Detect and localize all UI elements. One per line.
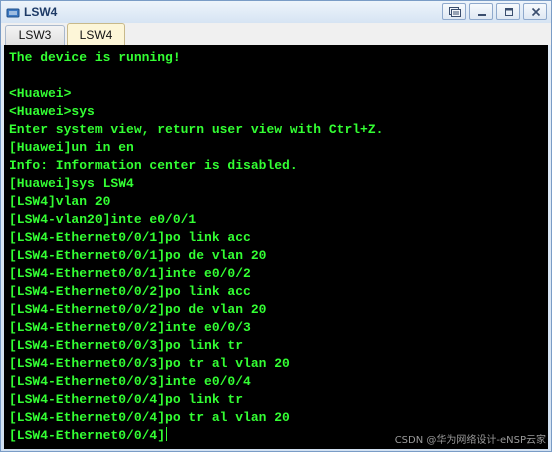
terminal-line-text: [LSW4-Ethernet0/0/3]po link tr: [9, 338, 244, 353]
terminal-line: [LSW4-Ethernet0/0/1]po link acc: [9, 229, 383, 247]
terminal-line-text: [Huawei]un in en: [9, 140, 134, 155]
close-icon: [531, 7, 541, 17]
terminal-line-text: [LSW4-Ethernet0/0/1]po de vlan 20: [9, 248, 267, 263]
terminal-line-text: [LSW4-Ethernet0/0/4]: [9, 428, 166, 443]
terminal-window: LSW4 LSW3 LSW4 The device is running! <H…: [0, 0, 552, 452]
minimize-button[interactable]: [469, 3, 493, 20]
terminal-line-text: <Huawei>sys: [9, 104, 95, 119]
switch-app-icon: [6, 5, 20, 19]
terminal-line-text: [LSW4]vlan 20: [9, 194, 111, 209]
terminal-line: [LSW4-Ethernet0/0/2]po de vlan 20: [9, 301, 383, 319]
terminal-output: The device is running! <Huawei> <Huawei>sy…: [9, 49, 383, 445]
terminal-line: [LSW4-Ethernet0/0/4]po tr al vlan 20: [9, 409, 383, 427]
terminal-line: [LSW4-Ethernet0/0/1]inte e0/0/2: [9, 265, 383, 283]
title-bar[interactable]: LSW4: [1, 1, 551, 23]
terminal-line: [LSW4-Ethernet0/0/3]po tr al vlan 20: [9, 355, 383, 373]
terminal-line-text: [LSW4-Ethernet0/0/4]po link tr: [9, 392, 244, 407]
terminal-line: [LSW4-Ethernet0/0/2]inte e0/0/3: [9, 319, 383, 337]
terminal-line-text: [LSW4-Ethernet0/0/2]inte e0/0/3: [9, 320, 251, 335]
terminal-line-text: [LSW4-Ethernet0/0/3]inte e0/0/4: [9, 374, 251, 389]
terminal-line-text: [LSW4-Ethernet0/0/1]po link acc: [9, 230, 251, 245]
terminal-line: [LSW4]vlan 20: [9, 193, 383, 211]
terminal-line: [LSW4-Ethernet0/0/4]po link tr: [9, 391, 383, 409]
minimize-icon: [478, 14, 486, 16]
terminal-line: [LSW4-Ethernet0/0/4]: [9, 427, 383, 445]
terminal-line: [LSW4-Ethernet0/0/3]inte e0/0/4: [9, 373, 383, 391]
terminal-line-text: [LSW4-Ethernet0/0/2]po de vlan 20: [9, 302, 267, 317]
tab-bar: LSW3 LSW4: [1, 23, 551, 45]
terminal-line-text: The device is running!: [9, 50, 181, 65]
terminal-line-text: [LSW4-vlan20]inte e0/0/1: [9, 212, 197, 227]
tab-lsw3[interactable]: LSW3: [5, 25, 65, 45]
terminal-line-text: [LSW4-Ethernet0/0/2]po link acc: [9, 284, 251, 299]
terminal-line: <Huawei>sys: [9, 103, 383, 121]
terminal-line: [LSW4-Ethernet0/0/3]po link tr: [9, 337, 383, 355]
window-title: LSW4: [24, 5, 58, 19]
terminal-line-text: [LSW4-Ethernet0/0/4]po tr al vlan 20: [9, 410, 290, 425]
maximize-button[interactable]: [496, 3, 520, 20]
terminal-line-text: [Huawei]sys LSW4: [9, 176, 134, 191]
text-cursor: [166, 427, 168, 441]
terminal-line-text: Enter system view, return user view with…: [9, 122, 384, 137]
restore-button[interactable]: [442, 3, 466, 20]
terminal-console[interactable]: The device is running! <Huawei> <Huawei>sy…: [4, 45, 548, 449]
terminal-line: The device is running!: [9, 49, 383, 67]
terminal-line-text: Info: Information center is disabled.: [9, 158, 298, 173]
terminal-line: Info: Information center is disabled.: [9, 157, 383, 175]
close-button[interactable]: [523, 3, 547, 20]
restore-icon: [449, 7, 461, 17]
terminal-line: [LSW4-Ethernet0/0/1]po de vlan 20: [9, 247, 383, 265]
terminal-line: [Huawei]sys LSW4: [9, 175, 383, 193]
tab-lsw4[interactable]: LSW4: [67, 23, 125, 45]
terminal-line: [Huawei]un in en: [9, 139, 383, 157]
terminal-line-text: <Huawei>: [9, 86, 72, 101]
terminal-line: <Huawei>: [9, 85, 383, 103]
terminal-line: [LSW4-Ethernet0/0/2]po link acc: [9, 283, 383, 301]
terminal-line: Enter system view, return user view with…: [9, 121, 383, 139]
maximize-icon: [505, 8, 513, 16]
window-controls: [439, 3, 547, 21]
terminal-line-text: [LSW4-Ethernet0/0/3]po tr al vlan 20: [9, 356, 290, 371]
watermark: CSDN @华为网络设计-eNSP云家: [394, 435, 546, 446]
terminal-line: [LSW4-vlan20]inte e0/0/1: [9, 211, 383, 229]
terminal-line-text: [LSW4-Ethernet0/0/1]inte e0/0/2: [9, 266, 251, 281]
